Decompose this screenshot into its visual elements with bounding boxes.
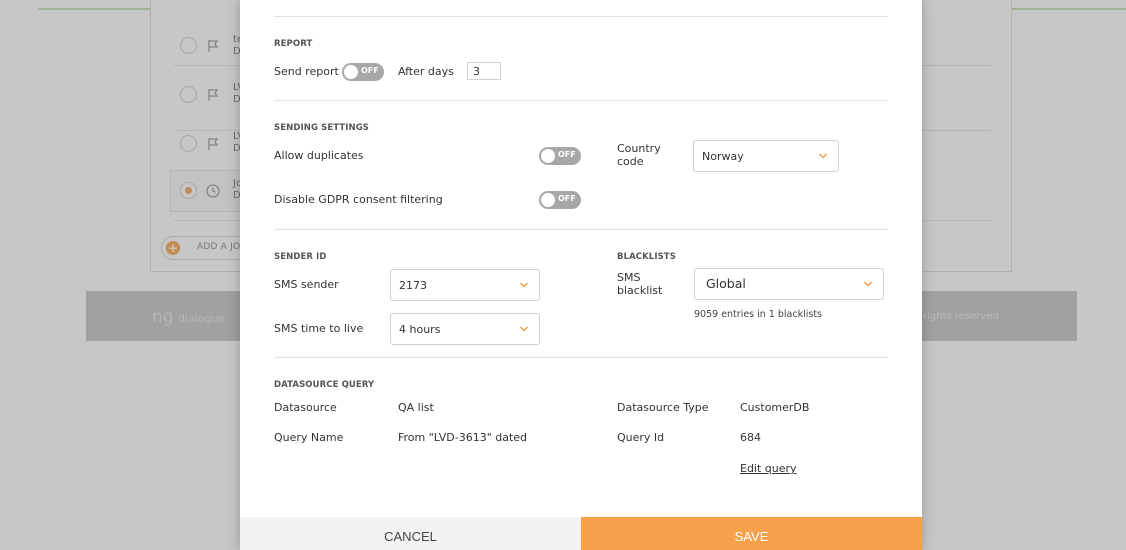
country-code-label: Country code (617, 142, 661, 168)
edit-query-link[interactable]: Edit query (740, 462, 797, 475)
toggle-state: OFF (361, 66, 379, 75)
toggle-state: OFF (558, 194, 576, 203)
query-name-label: Query Name (274, 431, 344, 444)
datasource-type-label: Datasource Type (617, 401, 709, 414)
toggle-state: OFF (558, 150, 576, 159)
chevron-down-icon (519, 282, 529, 288)
chevron-down-icon (818, 153, 828, 159)
datasource-label: Datasource (274, 401, 337, 414)
sms-ttl-value: 4 hours (399, 323, 441, 336)
blacklist-entries-note: 9059 entries in 1 blacklists (694, 309, 823, 320)
toggle-knob (541, 149, 555, 163)
cancel-button[interactable]: CANCEL (240, 517, 581, 550)
sms-sender-value: 2173 (399, 279, 427, 292)
sms-blacklist-select[interactable]: Global (694, 268, 884, 300)
sms-ttl-select[interactable]: 4 hours (390, 313, 540, 345)
section-divider (274, 357, 888, 358)
sms-sender-label: SMS sender (274, 278, 339, 291)
datasource-query-title: DATASOURCE QUERY (274, 380, 375, 390)
toggle-knob (541, 193, 555, 207)
sender-id-title: SENDER ID (274, 252, 327, 262)
sms-sender-select[interactable]: 2173 (390, 269, 540, 301)
section-divider (274, 100, 888, 101)
save-button[interactable]: SAVE (581, 517, 922, 550)
cancel-button-label: CANCEL (384, 529, 437, 544)
chevron-down-icon (519, 326, 529, 332)
gdpr-filtering-label: Disable GDPR consent filtering (274, 193, 443, 206)
after-days-label: After days (398, 65, 454, 78)
query-name-value: From "LVD-3613" dated (398, 431, 528, 444)
query-id-value: 684 (740, 431, 761, 444)
section-divider (274, 229, 888, 230)
job-settings-modal: REPORT Send report OFF After days SENDIN… (240, 0, 922, 550)
after-days-input[interactable] (467, 62, 501, 80)
blacklists-title: BLACKLISTS (617, 252, 676, 262)
toggle-knob (344, 65, 358, 79)
query-id-label: Query Id (617, 431, 665, 444)
chevron-down-icon (863, 281, 873, 287)
sms-blacklist-value: Global (706, 276, 746, 291)
sending-settings-title: SENDING SETTINGS (274, 123, 370, 133)
send-report-label: Send report (274, 65, 339, 78)
datasource-type-value: CustomerDB (740, 401, 810, 414)
sms-blacklist-label: SMS blacklist (617, 271, 663, 297)
section-divider (274, 16, 888, 17)
report-section-title: REPORT (274, 39, 313, 49)
country-code-value: Norway (702, 150, 744, 163)
gdpr-filtering-toggle[interactable]: OFF (539, 191, 581, 209)
save-button-label: SAVE (734, 529, 769, 544)
country-code-select[interactable]: Norway (693, 140, 839, 172)
send-report-toggle[interactable]: OFF (342, 63, 384, 81)
datasource-value: QA list (398, 401, 434, 414)
sms-ttl-label: SMS time to live (274, 322, 364, 335)
allow-duplicates-label: Allow duplicates (274, 149, 364, 162)
allow-duplicates-toggle[interactable]: OFF (539, 147, 581, 165)
